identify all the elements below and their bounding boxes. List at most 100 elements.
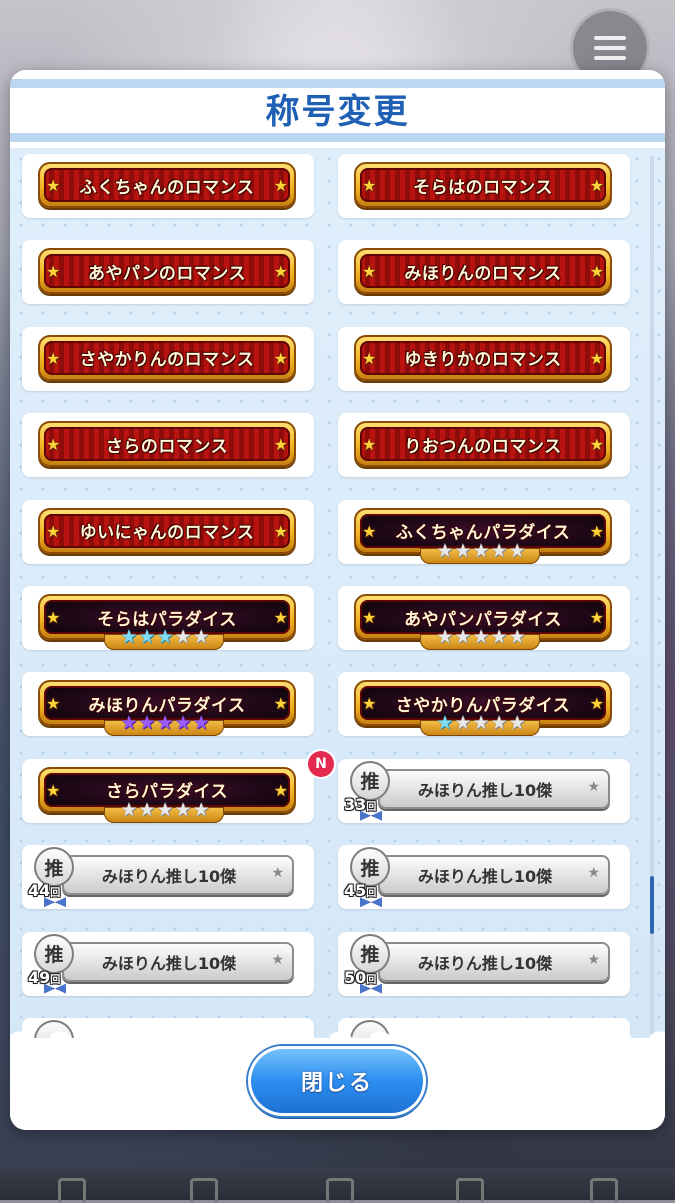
- title-plate: さらのロマンス ★ ★: [38, 421, 296, 468]
- star-icon: ★: [362, 608, 377, 627]
- rank-star-icon: ★: [192, 798, 210, 821]
- plate-inner: ゆきりかのロマンス: [360, 340, 606, 375]
- count-number: 49: [28, 967, 51, 987]
- title-card[interactable]: みほりん推し10傑 ★ 推 33回: [338, 758, 630, 823]
- plate-inner: りおつんのロマンス: [360, 427, 606, 462]
- star-icon: ★: [589, 348, 604, 368]
- title-card[interactable]: みほりんのロマンス ★ ★: [338, 240, 630, 305]
- dialog-header: 称号変更: [10, 70, 665, 148]
- title-label: ゆきりかのロマンス: [404, 350, 562, 371]
- title-plate: ふくちゃんのロマンス ★ ★: [38, 162, 296, 208]
- nav-refresh-icon[interactable]: [590, 1178, 618, 1203]
- rank-star-icon: ★: [508, 626, 526, 648]
- title-card[interactable]: そらはのロマンス ★ ★: [338, 154, 630, 218]
- rank-stars: ★ ★ ★ ★ ★: [426, 712, 536, 734]
- title-label: ふくちゃんのロマンス: [79, 177, 255, 198]
- nav-shop-icon[interactable]: [456, 1178, 484, 1203]
- star-icon: ★: [362, 435, 377, 455]
- plate-inner: そらはのロマンス: [360, 168, 606, 202]
- plate-inner: みほりんのロマンス: [360, 254, 606, 289]
- star-icon: ★: [587, 865, 600, 882]
- menu-icon-bar: [594, 36, 626, 40]
- rank-star-icon: ★: [156, 626, 174, 648]
- title-card[interactable]: みほりんパラダイス ★ ★ ★ ★ ★ ★ ★: [22, 672, 314, 737]
- title-card[interactable]: あやパンパラダイス ★ ★ ★ ★ ★ ★ ★: [338, 586, 630, 650]
- star-icon: ★: [273, 435, 288, 455]
- title-card[interactable]: さらのロマンス ★ ★: [22, 413, 314, 478]
- star-icon: ★: [46, 608, 61, 627]
- title-label: みほりん推し10傑: [101, 867, 237, 887]
- star-icon: ★: [273, 608, 288, 627]
- dialog-title: 称号変更: [265, 92, 410, 132]
- rank-star-icon: ★: [508, 539, 526, 562]
- title-card[interactable]: ふくちゃんのロマンス ★ ★: [22, 154, 314, 218]
- title-card[interactable]: りおつんのロマンス ★ ★: [338, 413, 630, 478]
- title-card[interactable]: みほりん推し10傑 ★ 推 49回: [22, 931, 314, 996]
- star-icon: ★: [589, 694, 604, 714]
- title-label: そらはのロマンス: [413, 177, 553, 198]
- rank-star-icon: ★: [454, 712, 472, 735]
- close-button[interactable]: 閉じる: [248, 1046, 426, 1116]
- star-icon: ★: [587, 778, 600, 795]
- oshi-plate: みほりん推し10傑 ★: [378, 855, 610, 896]
- rank-star-icon: ★: [472, 712, 490, 735]
- nav-home-icon[interactable]: [58, 1178, 86, 1203]
- title-plate: りおつんのロマンス ★ ★: [354, 421, 612, 468]
- title-card[interactable]: そらはパラダイス ★ ★ ★ ★ ★ ★ ★: [22, 586, 314, 650]
- title-label: みほりん推し10傑: [101, 953, 237, 973]
- star-icon: ★: [589, 262, 604, 282]
- rank-stars: ★ ★ ★ ★ ★: [110, 626, 220, 648]
- star-icon: ★: [589, 521, 604, 541]
- count-unit: 回: [366, 888, 377, 900]
- scrollbar-thumb[interactable]: [650, 876, 654, 934]
- star-icon: ★: [589, 608, 604, 627]
- rank-star-icon: ★: [138, 626, 156, 648]
- star-icon: ★: [46, 435, 61, 455]
- nav-book-icon[interactable]: [190, 1178, 218, 1203]
- star-icon: ★: [273, 262, 288, 282]
- star-icon: ★: [589, 435, 604, 455]
- oshi-plate: みほりん推し10傑 ★: [378, 768, 610, 809]
- title-card[interactable]: ふくちゃんパラダイス ★ ★ ★ ★ ★ ★ ★: [338, 499, 630, 564]
- rank-star-icon: ★: [490, 626, 508, 648]
- title-card[interactable]: さらパラダイス ★ ★ ★ ★ ★ ★ ★ N: [22, 750, 334, 823]
- title-card[interactable]: さやかりんのロマンス ★ ★: [22, 326, 314, 391]
- rank-stars: ★ ★ ★ ★ ★: [426, 540, 536, 562]
- title-card[interactable]: あやパンのロマンス ★ ★: [22, 240, 314, 305]
- title-card[interactable]: さやかりんパラダイス ★ ★ ★ ★ ★ ★ ★: [338, 672, 630, 737]
- rank-stars: ★ ★ ★ ★ ★: [110, 712, 220, 734]
- count-number: 50: [344, 967, 367, 987]
- title-plate: みほりんのロマンス ★ ★: [354, 248, 612, 295]
- star-icon: ★: [46, 780, 61, 800]
- star-icon: ★: [273, 694, 288, 714]
- star-icon: ★: [273, 521, 288, 541]
- title-label: さらのロマンス: [105, 436, 229, 457]
- title-list[interactable]: ふくちゃんのロマンス ★ ★ そらはのロマンス ★ ★ あやパンのロマンス ★ ★ みほりんのロマ…: [10, 148, 665, 1038]
- rank-star-icon: ★: [174, 626, 192, 648]
- rank-star-icon: ★: [192, 626, 210, 648]
- count-number: 45: [344, 881, 367, 901]
- rank-star-icon: ★: [508, 712, 526, 735]
- title-label: あやパンのロマンス: [87, 263, 246, 284]
- title-card[interactable]: ゆきりかのロマンス ★ ★: [338, 326, 630, 391]
- star-icon: ★: [46, 694, 61, 714]
- rank-star-icon: ★: [120, 798, 138, 821]
- oshi-plate: みほりん推し10傑 ★: [378, 941, 610, 982]
- star-icon: ★: [273, 780, 288, 800]
- rank-star-icon: ★: [436, 712, 454, 735]
- count-number: 44: [28, 881, 51, 901]
- rank-star-icon: ★: [472, 626, 490, 648]
- title-card[interactable]: みほりん推し10傑 ★ 推 50回: [338, 931, 630, 996]
- title-card[interactable]: みほりん推し10傑 ★ 推 44回: [22, 845, 314, 910]
- star-icon: ★: [46, 262, 61, 282]
- title-card[interactable]: みほりん推し10傑 ★ 推 45回: [338, 845, 630, 910]
- oshi-count: 50回: [344, 968, 376, 987]
- oshi-count: 44回: [28, 881, 60, 900]
- title-plate: あやパンのロマンス ★ ★: [38, 248, 296, 295]
- nav-card-icon[interactable]: [326, 1178, 354, 1203]
- rank-stars: ★ ★ ★ ★ ★: [426, 626, 536, 648]
- count-unit: 回: [366, 801, 377, 813]
- star-icon: ★: [362, 694, 377, 714]
- title-card[interactable]: ゆいにゃんのロマンス ★ ★: [22, 499, 314, 564]
- rank-star-icon: ★: [472, 539, 490, 562]
